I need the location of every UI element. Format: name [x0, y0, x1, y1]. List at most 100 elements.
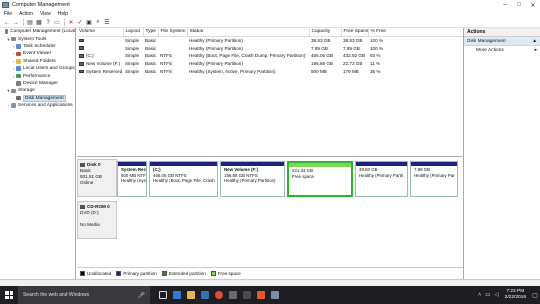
- view-icon[interactable]: ▭: [53, 19, 61, 27]
- show-hide-tree-icon[interactable]: ▤: [26, 19, 34, 27]
- computer-management-taskbar-icon[interactable]: [268, 286, 282, 304]
- table-row[interactable]: (C:) Simple Basic NTFS Healthy (Boot, Page F…: [77, 52, 463, 60]
- help-icon[interactable]: ?: [44, 19, 52, 27]
- table-cell: Healthy (Boot, Page File, Crash Dump, Pr…: [189, 53, 306, 59]
- volume-icon[interactable]: ◁: [494, 292, 498, 298]
- drive-icon: [79, 69, 84, 74]
- tree-item-shared-folders[interactable]: › Shared Folders: [0, 58, 75, 65]
- notifications-icon[interactable]: ▢: [530, 286, 540, 304]
- tree-item-label: System Tools: [18, 36, 47, 42]
- partition[interactable]: System Rese 500 MB NTFS Healthy (Syst: [117, 161, 147, 197]
- taskbar-search[interactable]: Search the web and Windows 🎤︎: [18, 286, 150, 304]
- tree-item-local-users-and-groups[interactable]: › Local Users and Groups: [0, 65, 75, 72]
- task-view-icon[interactable]: [156, 286, 170, 304]
- search-icon[interactable]: ⌕: [94, 19, 102, 27]
- partition[interactable]: 38.83 GB Healthy (Primary Partit: [355, 161, 408, 197]
- actions-section-disk-management[interactable]: Disk Management ▲: [464, 37, 540, 46]
- drive-icon: [79, 62, 84, 66]
- menu-help[interactable]: Help: [58, 11, 68, 17]
- show-hidden-icons-icon[interactable]: ˄: [478, 292, 481, 298]
- column-header-type[interactable]: Type: [143, 28, 159, 37]
- disk-label[interactable]: Disk 0 Basic 931.51 GB Online: [77, 159, 117, 197]
- table-row[interactable]: New Volume (F:) Simple Basic NTFS Healthy (P…: [77, 60, 463, 68]
- table-row[interactable]: System Reserved Simple Basic NTFS Healthy (S…: [77, 68, 463, 76]
- more-actions-item[interactable]: More Actions ▸: [464, 46, 540, 54]
- windows-logo-icon: [5, 291, 13, 299]
- table-cell: Simple: [125, 53, 140, 59]
- forward-arrow-icon[interactable]: →: [12, 19, 20, 27]
- column-header-status[interactable]: Status: [187, 28, 310, 37]
- tree-item-system-tools[interactable]: ▼ System Tools: [0, 35, 75, 42]
- actions-section-label: Disk Management: [467, 38, 506, 44]
- column-header-capacity[interactable]: Capacity: [309, 28, 342, 37]
- partition-free-space[interactable]: 221.34 GB Free space: [287, 161, 353, 197]
- drive-icon: [79, 38, 84, 43]
- media-icon[interactable]: [240, 286, 254, 304]
- chevron-up-icon: ▲: [532, 38, 537, 44]
- partition-body: New Volume (F:) 196.88 GB NTFS Healthy (Pr…: [221, 166, 284, 185]
- legend-item: Unallocated: [80, 271, 111, 276]
- tree-item-device-manager[interactable]: Device Manager: [0, 80, 75, 87]
- tree-node-icon: [4, 29, 9, 34]
- table-cell: 196.88 GB: [311, 61, 333, 67]
- legend-label: Extended partition: [168, 271, 206, 276]
- app-icon[interactable]: [254, 286, 268, 304]
- tree-item-label: Services and Applications: [18, 103, 73, 109]
- table-cell: NTFS: [160, 69, 172, 75]
- tree-item-event-viewer[interactable]: › Event Viewer: [0, 50, 75, 57]
- tree-item-services-and-applications[interactable]: › Services and Applications: [0, 102, 75, 109]
- list-view-icon[interactable]: ☰: [103, 19, 111, 27]
- table-cell: [158, 44, 187, 52]
- taskbar: Search the web and Windows 🎤︎ ˄ ▭ ◁ 7:23…: [0, 286, 540, 304]
- microphone-icon[interactable]: 🎤︎: [137, 292, 145, 299]
- menu-file[interactable]: File: [4, 11, 12, 17]
- disk-label[interactable]: CD-ROM 0 DVD (D:) No Media: [77, 201, 117, 239]
- menu-action[interactable]: Action: [19, 11, 33, 17]
- tree-item-performance[interactable]: › Performance: [0, 72, 75, 79]
- window-title: Computer Management: [12, 2, 70, 8]
- tree-item-computer-management-local[interactable]: Computer Management (Local: [0, 28, 75, 35]
- column-header-volume[interactable]: Volume: [77, 28, 124, 37]
- tree-node-icon: [16, 81, 21, 86]
- close-button[interactable]: ✕: [526, 0, 540, 10]
- table-cell: Simple: [125, 45, 140, 51]
- properties-icon[interactable]: ▦: [35, 19, 43, 27]
- delete-icon[interactable]: ✕: [67, 19, 75, 27]
- back-arrow-icon[interactable]: ←: [3, 19, 11, 27]
- minimize-button[interactable]: –: [498, 0, 512, 10]
- tree-item-task-scheduler[interactable]: › Task Scheduler: [0, 43, 75, 50]
- table-row[interactable]: Simple Basic Healthy (Primary Partition) 7.…: [77, 44, 463, 52]
- partition[interactable]: New Volume (F:) 196.88 GB NTFS Healthy (Pr…: [220, 161, 285, 197]
- console-tree: Computer Management (Local ▼ System Tools ›…: [0, 28, 76, 279]
- check-icon[interactable]: ✓: [76, 19, 84, 27]
- table-cell: 22.73 GB: [343, 61, 363, 67]
- tree-item-label: Local Users and Groups: [23, 66, 75, 72]
- column-header-free-space[interactable]: Free Space: [341, 28, 369, 37]
- partition-body: System Rese 500 MB NTFS Healthy (Syst: [118, 166, 146, 185]
- start-button[interactable]: [0, 286, 18, 304]
- partition[interactable]: (C:) 466.06 GB NTFS Healthy (Boot, Page Fi…: [149, 161, 218, 197]
- edge-icon[interactable]: [170, 286, 184, 304]
- menu-bar: File Action View Help: [0, 10, 540, 18]
- file-explorer-icon[interactable]: [184, 286, 198, 304]
- clock[interactable]: 7:23 PM 2/22/2016: [501, 289, 530, 301]
- partition[interactable]: 7.89 GB Healthy (Primary Par: [410, 161, 458, 197]
- store-icon[interactable]: [198, 286, 212, 304]
- column-header--free[interactable]: % Free: [368, 28, 463, 37]
- column-header-layout[interactable]: Layout: [123, 28, 144, 37]
- table-row[interactable]: Simple Basic Healthy (Primary Partition) 38…: [77, 36, 463, 44]
- legend-swatch: [116, 271, 122, 276]
- table-cell: Basic: [145, 53, 157, 59]
- tree-item-storage[interactable]: ▼ Storage: [0, 87, 75, 94]
- open-icon[interactable]: ▣: [85, 19, 93, 27]
- menu-view[interactable]: View: [40, 11, 51, 17]
- tree-item-label: Computer Management (Local: [10, 29, 75, 35]
- network-icon[interactable]: ▭: [485, 292, 490, 298]
- mail-icon[interactable]: [226, 286, 240, 304]
- tree-item-disk-management[interactable]: Disk Management: [0, 94, 75, 102]
- volume-cell: [77, 44, 123, 52]
- chrome-icon[interactable]: [212, 286, 226, 304]
- table-cell: Healthy (Primary Partition): [189, 45, 243, 51]
- column-header-file-system[interactable]: File System: [158, 28, 188, 37]
- maximize-button[interactable]: □: [512, 0, 526, 10]
